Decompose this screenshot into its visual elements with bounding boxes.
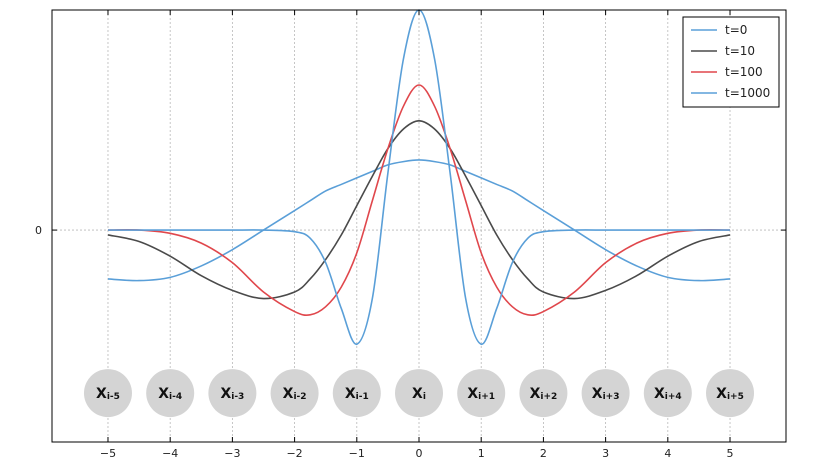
node-subscript: i xyxy=(423,392,426,402)
node-row: Xi-5 Xi-4 Xi-3 Xi-2 Xi-1 Xi Xi+1 Xi+2 Xi+3 Xi+4 Xi… xyxy=(83,369,755,418)
x-tick-label: 5 xyxy=(727,447,734,460)
node-6: Xi+1 xyxy=(457,369,506,418)
x-tick-label: 3 xyxy=(602,447,609,460)
x-tick-label: −3 xyxy=(224,447,240,460)
x-tick-label: −2 xyxy=(286,447,302,460)
node-main: X xyxy=(592,386,603,402)
x-tick-label: 1 xyxy=(478,447,485,460)
node-3: Xi-2 xyxy=(270,369,319,418)
node-7: Xi+2 xyxy=(519,369,568,418)
node-subscript: i+1 xyxy=(478,392,495,402)
line-chart: Xi-5 Xi-4 Xi-3 Xi-2 Xi-1 Xi Xi+1 Xi+2 Xi+3 Xi+4 Xi… xyxy=(0,0,826,463)
node-main: X xyxy=(96,386,107,402)
node-main: X xyxy=(283,386,294,402)
legend-label-0: t=0 xyxy=(725,23,747,37)
node-main: X xyxy=(467,386,478,402)
node-main: X xyxy=(412,386,423,402)
node-subscript: i-5 xyxy=(107,392,120,402)
node-4: Xi-1 xyxy=(332,369,381,418)
node-subscript: i-3 xyxy=(231,392,244,402)
node-10: Xi+5 xyxy=(706,369,755,418)
legend-label-3: t=1000 xyxy=(725,86,770,100)
legend: t=0 t=10 t=100 t=1000 xyxy=(682,16,780,108)
node-9: Xi+4 xyxy=(643,369,692,418)
node-main: X xyxy=(716,386,727,402)
node-subscript: i-2 xyxy=(293,392,306,402)
legend-label-1: t=10 xyxy=(725,44,755,58)
node-subscript: i-1 xyxy=(356,392,369,402)
node-main: X xyxy=(654,386,665,402)
node-subscript: i+5 xyxy=(727,392,744,402)
x-tick-label: 0 xyxy=(416,447,423,460)
node-main: X xyxy=(220,386,231,402)
node-subscript: i+3 xyxy=(603,392,620,402)
node-2: Xi-3 xyxy=(208,369,257,418)
x-tick-label: −4 xyxy=(162,447,178,460)
node-5: Xi xyxy=(395,369,443,418)
node-main: X xyxy=(530,386,541,402)
node-main: X xyxy=(345,386,356,402)
node-subscript: i+2 xyxy=(540,392,557,402)
node-8: Xi+3 xyxy=(581,369,630,418)
node-1: Xi-4 xyxy=(146,369,195,418)
node-subscript: i+4 xyxy=(665,392,682,402)
x-tick-label: −1 xyxy=(349,447,365,460)
x-tick-label: 2 xyxy=(540,447,547,460)
x-tick-label: −5 xyxy=(100,447,116,460)
x-tick-label: 4 xyxy=(664,447,671,460)
node-0: Xi-5 xyxy=(83,369,132,418)
legend-label-2: t=100 xyxy=(725,65,763,79)
y-tick-label: 0 xyxy=(35,224,42,237)
node-subscript: i-4 xyxy=(169,392,182,402)
node-main: X xyxy=(158,386,169,402)
